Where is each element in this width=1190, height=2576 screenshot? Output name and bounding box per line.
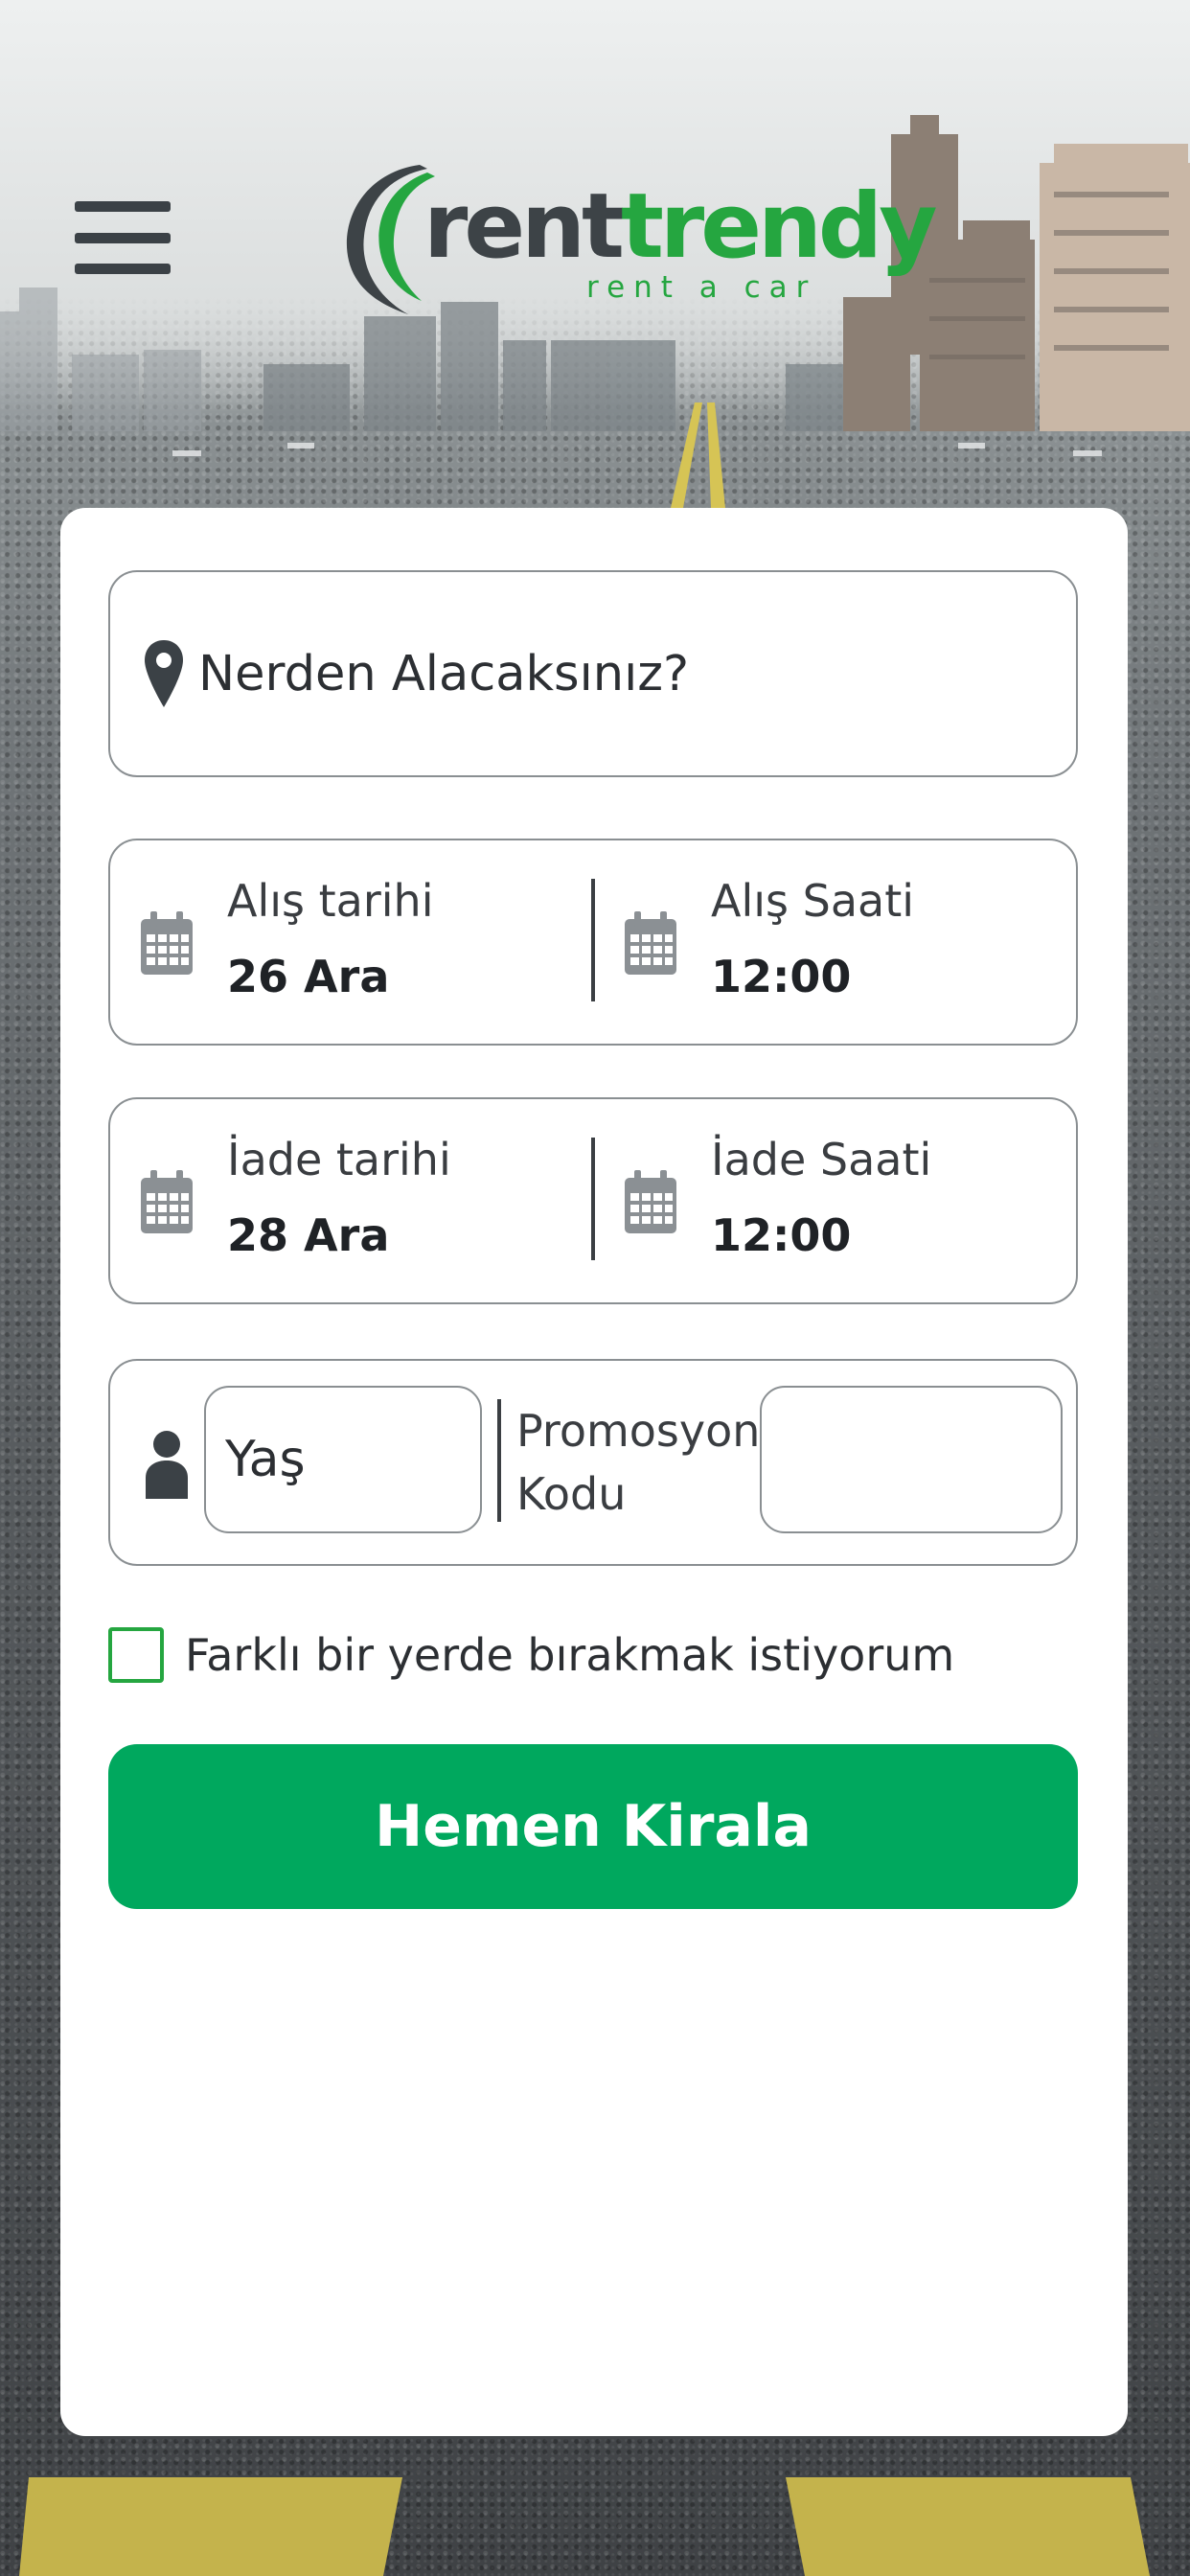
return-time-label: İade Saati — [711, 1134, 932, 1185]
menu-bar — [75, 201, 171, 212]
different-dropoff-checkbox[interactable] — [108, 1627, 164, 1683]
return-time-value: 12:00 — [711, 1209, 852, 1261]
pickup-date-value: 26 Ara — [227, 951, 390, 1002]
search-card: Nerden Alacaksınız? Alış tarihi 26 Ara A… — [60, 508, 1128, 2436]
location-placeholder: Nerden Alacaksınız? — [198, 645, 690, 702]
brand-logo: renttrendy rent a car — [335, 153, 937, 316]
age-input[interactable]: Yaş — [204, 1386, 482, 1533]
different-dropoff-label: Farklı bir yerde bırakmak istiyorum — [185, 1629, 955, 1681]
age-promo-group: Yaş Promosyon Kodu — [108, 1359, 1078, 1566]
promo-code-label: Promosyon Kodu — [516, 1399, 760, 1526]
pickup-time-value: 12:00 — [711, 951, 852, 1002]
calendar-icon — [141, 1170, 193, 1233]
return-date-value: 28 Ara — [227, 1209, 390, 1261]
calendar-icon — [625, 1170, 676, 1233]
logo-word-rent: rent — [423, 174, 625, 279]
calendar-icon — [625, 911, 676, 975]
return-date-label: İade tarihi — [227, 1134, 451, 1185]
menu-bar — [75, 232, 171, 243]
person-icon — [146, 1431, 188, 1499]
pickup-datetime-group: Alış tarihi 26 Ara Alış Saati 12:00 — [108, 839, 1078, 1046]
logo-word-trendy: trendy — [620, 174, 938, 279]
logo-tagline: rent a car — [586, 270, 817, 305]
return-time-picker[interactable]: İade Saati 12:00 — [594, 1099, 1073, 1302]
pickup-date-picker[interactable]: Alış tarihi 26 Ara — [110, 840, 589, 1044]
pickup-time-label: Alış Saati — [711, 875, 915, 927]
promo-label-line2: Kodu — [516, 1468, 627, 1520]
promo-code-input[interactable] — [760, 1386, 1063, 1533]
pickup-time-picker[interactable]: Alış Saati 12:00 — [594, 840, 1073, 1044]
return-datetime-group: İade tarihi 28 Ara İade Saati 12:00 — [108, 1097, 1078, 1304]
calendar-icon — [141, 911, 193, 975]
rent-now-button[interactable]: Hemen Kirala — [108, 1744, 1078, 1909]
pickup-location-input[interactable]: Nerden Alacaksınız? — [108, 570, 1078, 777]
divider — [497, 1399, 501, 1522]
promo-label-line1: Promosyon — [516, 1405, 761, 1457]
different-dropoff-option[interactable]: Farklı bir yerde bırakmak istiyorum — [108, 1622, 954, 1689]
menu-icon[interactable] — [75, 201, 171, 274]
map-pin-icon — [145, 640, 183, 707]
menu-bar — [75, 264, 171, 274]
pickup-date-label: Alış tarihi — [227, 875, 434, 927]
return-date-picker[interactable]: İade tarihi 28 Ara — [110, 1099, 589, 1302]
